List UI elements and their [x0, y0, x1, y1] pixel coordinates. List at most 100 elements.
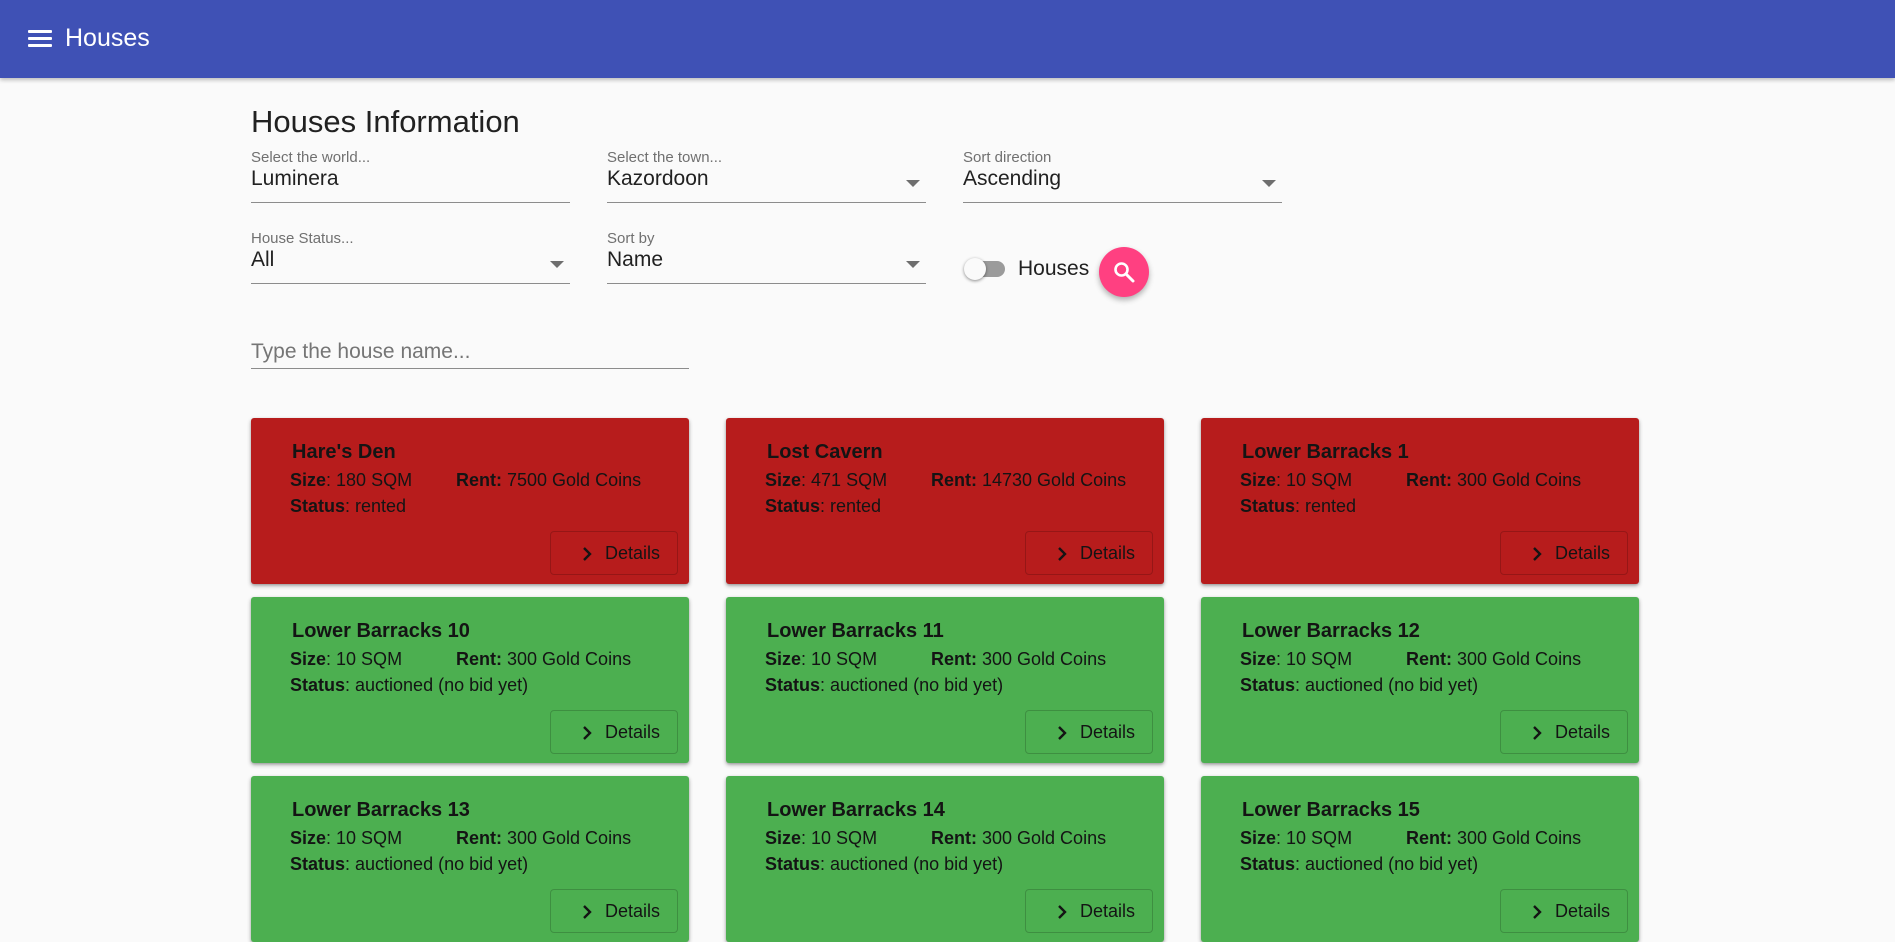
details-button[interactable]: Details: [1500, 889, 1628, 933]
house-name: Lower Barracks 12: [1242, 620, 1420, 642]
rent-label: Rent: [456, 649, 496, 669]
size-label: Size: [765, 470, 802, 490]
status-label: Status: [290, 496, 346, 516]
dropdown-arrow-icon: [906, 261, 920, 268]
house-card: Lower Barracks 12 Size: 10 SQM Rent: 300…: [1201, 597, 1639, 763]
status-value: : auctioned (no bid yet): [820, 675, 1004, 695]
underline: [963, 202, 1282, 203]
rent-label: Rent: [1406, 828, 1446, 848]
size-value: : 10 SQM: [1276, 649, 1353, 669]
dropdown-arrow-icon: [1262, 180, 1276, 187]
house-card: Lower Barracks 13 Size: 10 SQM Rent: 300…: [251, 776, 689, 942]
underline: [607, 202, 926, 203]
details-button[interactable]: Details: [550, 710, 678, 754]
house-size: Size: 10 SQM: [1240, 828, 1352, 849]
house-name: Lower Barracks 13: [292, 799, 470, 821]
details-label: Details: [1555, 901, 1611, 921]
house-size: Size: 10 SQM: [1240, 470, 1352, 491]
house-size: Size: 10 SQM: [765, 828, 877, 849]
rent-value: 300 Gold Coins: [977, 828, 1107, 848]
house-status: Status: auctioned (no bid yet): [290, 854, 528, 875]
house-rent: Rent: 14730 Gold Coins: [931, 470, 1126, 491]
house-card: Hare's Den Size: 180 SQM Rent: 7500 Gold…: [251, 418, 689, 584]
page-title: Houses Information: [251, 104, 520, 139]
house-size: Size: 180 SQM: [290, 470, 412, 491]
status-label: Status: [1240, 854, 1296, 874]
status-label: Status: [1240, 675, 1296, 695]
house-rent: Rent: 300 Gold Coins: [931, 649, 1106, 670]
status-value: : auctioned (no bid yet): [820, 854, 1004, 874]
status-value: : rented: [345, 496, 407, 516]
sort-by-value: Name: [607, 248, 664, 271]
house-size: Size: 10 SQM: [1240, 649, 1352, 670]
size-label: Size: [1240, 470, 1277, 490]
toggle-thumb: [964, 258, 986, 280]
chevron-right-icon: [583, 905, 592, 919]
status-value: : rented: [1295, 496, 1357, 516]
houses-toggle[interactable]: [962, 255, 1010, 283]
size-value: : 10 SQM: [801, 649, 878, 669]
house-name: Hare's Den: [292, 441, 396, 463]
house-size: Size: 10 SQM: [765, 649, 877, 670]
size-value: : 471 SQM: [801, 470, 888, 490]
rent-value: 300 Gold Coins: [1452, 828, 1582, 848]
size-label: Size: [1240, 828, 1277, 848]
size-value: : 180 SQM: [326, 470, 413, 490]
chevron-right-icon: [1533, 726, 1542, 740]
search-button[interactable]: [1099, 247, 1149, 297]
details-label: Details: [1555, 543, 1611, 563]
house-rent: Rent: 300 Gold Coins: [1406, 649, 1581, 670]
house-card: Lost Cavern Size: 471 SQM Rent: 14730 Go…: [726, 418, 1164, 584]
menu-icon[interactable]: [20, 22, 60, 56]
details-button[interactable]: Details: [1025, 710, 1153, 754]
details-button[interactable]: Details: [1500, 531, 1628, 575]
size-label: Size: [765, 649, 802, 669]
details-label: Details: [605, 543, 661, 563]
house-size: Size: 471 SQM: [765, 470, 887, 491]
details-button[interactable]: Details: [550, 531, 678, 575]
house-status-value: All: [251, 248, 275, 271]
status-value: : auctioned (no bid yet): [1295, 854, 1479, 874]
details-label: Details: [605, 901, 661, 921]
house-rent: Rent: 7500 Gold Coins: [456, 470, 641, 491]
details-button[interactable]: Details: [550, 889, 678, 933]
status-label: Status: [1240, 496, 1296, 516]
house-name: Lower Barracks 14: [767, 799, 945, 821]
rent-label: Rent: [1406, 649, 1446, 669]
house-name-search-input[interactable]: [251, 335, 689, 369]
chevron-right-icon: [1058, 726, 1067, 740]
details-button[interactable]: Details: [1025, 889, 1153, 933]
house-card: Lower Barracks 11 Size: 10 SQM Rent: 300…: [726, 597, 1164, 763]
app-title: Houses: [65, 24, 150, 52]
status-label: Status: [290, 675, 346, 695]
rent-value: 300 Gold Coins: [502, 828, 632, 848]
house-rent: Rent: 300 Gold Coins: [1406, 828, 1581, 849]
details-button[interactable]: Details: [1500, 710, 1628, 754]
details-button[interactable]: Details: [1025, 531, 1153, 575]
rent-label: Rent: [456, 828, 496, 848]
status-label: Status: [765, 496, 821, 516]
chevron-right-icon: [1058, 547, 1067, 561]
underline: [251, 283, 570, 284]
house-card: Lower Barracks 14 Size: 10 SQM Rent: 300…: [726, 776, 1164, 942]
chevron-right-icon: [1533, 905, 1542, 919]
details-label: Details: [1555, 722, 1611, 742]
details-label: Details: [1080, 543, 1136, 563]
house-card: Lower Barracks 15 Size: 10 SQM Rent: 300…: [1201, 776, 1639, 942]
house-card: Lower Barracks 1 Size: 10 SQM Rent: 300 …: [1201, 418, 1639, 584]
underline: [251, 202, 570, 203]
house-name: Lower Barracks 10: [292, 620, 470, 642]
sort-by-label: Sort by: [607, 230, 655, 247]
status-value: : auctioned (no bid yet): [1295, 675, 1479, 695]
world-select-label: Select the world...: [251, 149, 371, 166]
sort-direction-label: Sort direction: [963, 149, 1052, 166]
house-size: Size: 10 SQM: [290, 649, 402, 670]
size-value: : 10 SQM: [1276, 470, 1353, 490]
size-value: : 10 SQM: [326, 828, 403, 848]
size-label: Size: [290, 649, 327, 669]
house-status-label: House Status...: [251, 230, 354, 247]
rent-label: Rent: [1406, 470, 1446, 490]
house-card: Lower Barracks 10 Size: 10 SQM Rent: 300…: [251, 597, 689, 763]
house-status: Status: rented: [765, 496, 881, 517]
chevron-right-icon: [583, 726, 592, 740]
